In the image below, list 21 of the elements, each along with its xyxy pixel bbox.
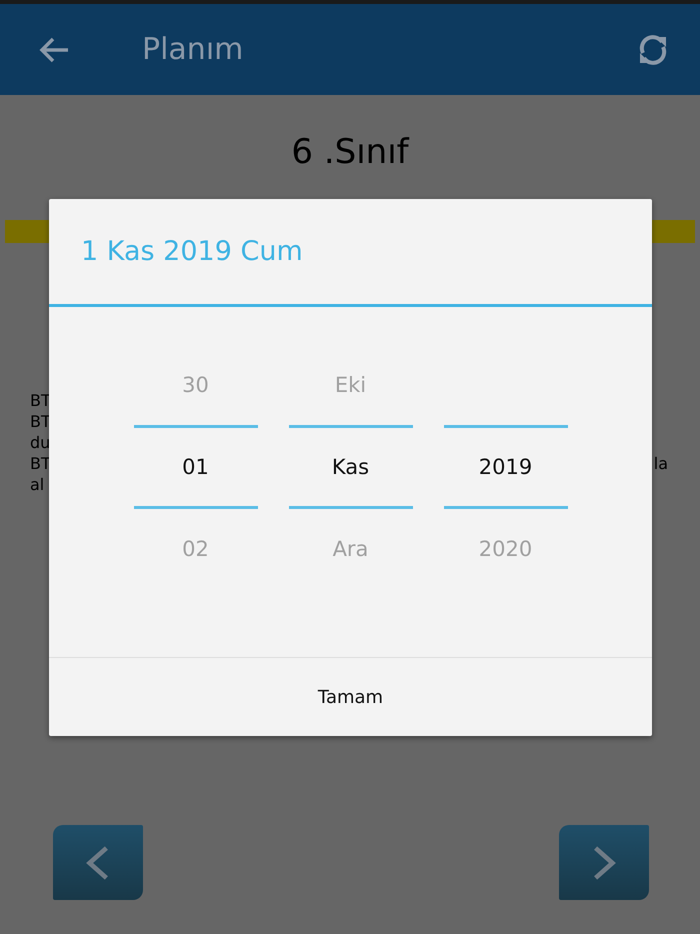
picker-value[interactable]: 2020 [478, 537, 532, 561]
page-heading: 6 .Sınıf [290, 131, 410, 173]
picker-value[interactable]: Kas [332, 455, 370, 479]
picker-value[interactable]: 2019 [478, 455, 532, 479]
body-text: BT [30, 411, 51, 432]
ok-button[interactable]: Tamam [49, 658, 652, 736]
dialog-title: 1 Kas 2019 Cum [49, 199, 652, 307]
body-text: BT [30, 390, 51, 411]
picker-value[interactable]: Ara [332, 537, 368, 561]
body-text: al [30, 474, 46, 495]
app-title: Planım [142, 32, 244, 67]
picker-value[interactable]: Eki [334, 373, 366, 397]
previous-button[interactable] [53, 825, 143, 900]
body-text: BT [30, 453, 51, 474]
next-button[interactable] [559, 825, 649, 900]
back-arrow-icon[interactable] [38, 36, 70, 64]
picker-value[interactable]: 01 [182, 455, 209, 479]
picker-value[interactable]: 30 [182, 373, 209, 397]
picker-value[interactable]: 02 [182, 537, 209, 561]
body-text: la [654, 453, 668, 474]
body-text: du [30, 432, 51, 453]
